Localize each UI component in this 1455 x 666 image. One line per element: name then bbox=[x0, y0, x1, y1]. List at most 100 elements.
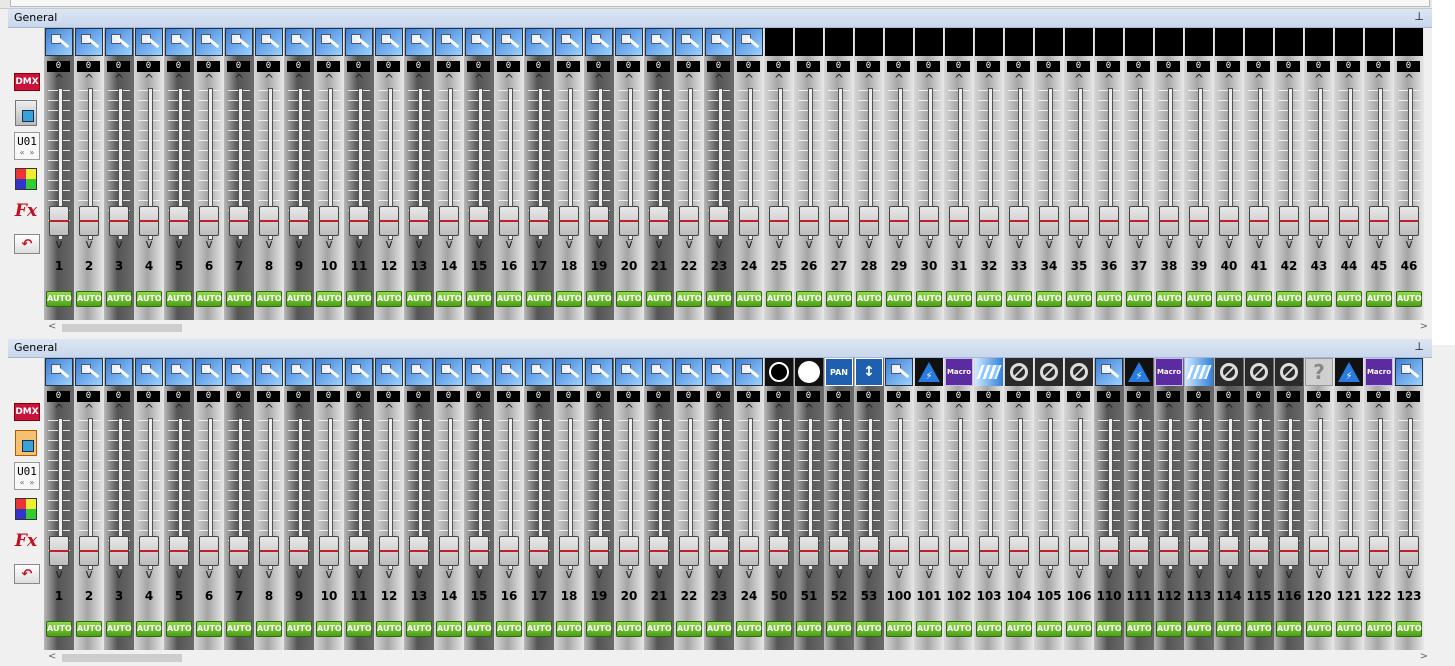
dimmer-icon[interactable] bbox=[585, 28, 613, 56]
auto-button[interactable]: AUTO bbox=[916, 291, 942, 307]
empty-icon[interactable] bbox=[1395, 28, 1423, 56]
dimmer-icon[interactable] bbox=[555, 358, 583, 386]
empty-icon[interactable] bbox=[1095, 28, 1123, 56]
fixture-select-icon[interactable] bbox=[14, 100, 38, 126]
auto-button[interactable]: AUTO bbox=[916, 621, 942, 637]
increment-arrow-icon[interactable]: ^ bbox=[1184, 73, 1214, 85]
decrement-arrow-icon[interactable]: v bbox=[1124, 238, 1154, 250]
decrement-arrow-icon[interactable]: v bbox=[644, 238, 674, 250]
fader-handle[interactable] bbox=[289, 536, 309, 566]
fader-handle[interactable] bbox=[439, 536, 459, 566]
fader-handle[interactable] bbox=[169, 536, 189, 566]
dimmer-icon[interactable] bbox=[885, 358, 913, 386]
increment-arrow-icon[interactable]: ^ bbox=[824, 73, 854, 85]
decrement-arrow-icon[interactable]: v bbox=[704, 238, 734, 250]
auto-button[interactable]: AUTO bbox=[1306, 621, 1332, 637]
empty-icon[interactable] bbox=[1365, 28, 1393, 56]
fader-handle[interactable] bbox=[949, 536, 969, 566]
fader-handle[interactable] bbox=[139, 536, 159, 566]
decrement-arrow-icon[interactable]: v bbox=[1064, 238, 1094, 250]
pin-icon[interactable]: ⊥ bbox=[1414, 340, 1424, 353]
dimmer-icon[interactable] bbox=[735, 28, 763, 56]
increment-arrow-icon[interactable]: ^ bbox=[134, 73, 164, 85]
dimmer-icon[interactable] bbox=[495, 358, 523, 386]
auto-button[interactable]: AUTO bbox=[1096, 621, 1122, 637]
dimmer-icon[interactable] bbox=[195, 28, 223, 56]
dimmer-icon[interactable] bbox=[585, 358, 613, 386]
auto-button[interactable]: AUTO bbox=[76, 291, 102, 307]
decrement-arrow-icon[interactable]: v bbox=[824, 568, 854, 580]
auto-button[interactable]: AUTO bbox=[946, 291, 972, 307]
fader-handle[interactable] bbox=[1069, 536, 1089, 566]
increment-arrow-icon[interactable]: ^ bbox=[494, 73, 524, 85]
empty-icon[interactable] bbox=[1005, 28, 1033, 56]
fader-handle[interactable] bbox=[1039, 536, 1059, 566]
increment-arrow-icon[interactable]: ^ bbox=[194, 403, 224, 415]
increment-arrow-icon[interactable]: ^ bbox=[764, 403, 794, 415]
dimmer-icon[interactable] bbox=[105, 358, 133, 386]
auto-button[interactable]: AUTO bbox=[556, 621, 582, 637]
fader-handle[interactable] bbox=[709, 206, 729, 236]
decrement-arrow-icon[interactable]: v bbox=[1364, 238, 1394, 250]
decrement-arrow-icon[interactable]: v bbox=[104, 568, 134, 580]
increment-arrow-icon[interactable]: ^ bbox=[74, 403, 104, 415]
decrement-arrow-icon[interactable]: v bbox=[404, 238, 434, 250]
decrement-arrow-icon[interactable]: v bbox=[1244, 238, 1274, 250]
dimmer-icon[interactable] bbox=[285, 28, 313, 56]
dimmer-icon[interactable] bbox=[525, 28, 553, 56]
fader-handle[interactable] bbox=[1219, 206, 1239, 236]
increment-arrow-icon[interactable]: ^ bbox=[344, 73, 374, 85]
increment-arrow-icon[interactable]: ^ bbox=[314, 73, 344, 85]
dimmer-icon[interactable] bbox=[1395, 358, 1423, 386]
dimmer-icon[interactable] bbox=[615, 28, 643, 56]
horizontal-scrollbar[interactable]: < > bbox=[44, 321, 1432, 336]
dimmer-icon[interactable] bbox=[165, 28, 193, 56]
decrement-arrow-icon[interactable]: v bbox=[1154, 568, 1184, 580]
auto-button[interactable]: AUTO bbox=[706, 291, 732, 307]
black-circle-icon[interactable] bbox=[765, 358, 793, 386]
universe-selector[interactable]: U01 « » bbox=[14, 462, 40, 490]
decrement-arrow-icon[interactable]: v bbox=[494, 238, 524, 250]
increment-arrow-icon[interactable]: ^ bbox=[1154, 73, 1184, 85]
no-function-icon[interactable] bbox=[1275, 358, 1303, 386]
fader-handle[interactable] bbox=[1159, 206, 1179, 236]
auto-button[interactable]: AUTO bbox=[1396, 621, 1422, 637]
dimmer-icon[interactable] bbox=[525, 358, 553, 386]
universe-arrows-icon[interactable]: « » bbox=[20, 148, 34, 157]
increment-arrow-icon[interactable]: ^ bbox=[884, 73, 914, 85]
auto-button[interactable]: AUTO bbox=[376, 621, 402, 637]
decrement-arrow-icon[interactable]: v bbox=[314, 568, 344, 580]
fader-handle[interactable] bbox=[919, 536, 939, 566]
fader-handle[interactable] bbox=[889, 206, 909, 236]
auto-button[interactable]: AUTO bbox=[766, 291, 792, 307]
dimmer-icon[interactable] bbox=[225, 28, 253, 56]
increment-arrow-icon[interactable]: ^ bbox=[404, 73, 434, 85]
no-function-icon[interactable] bbox=[1005, 358, 1033, 386]
increment-arrow-icon[interactable]: ^ bbox=[584, 403, 614, 415]
dimmer-icon[interactable] bbox=[645, 358, 673, 386]
fader-handle[interactable] bbox=[1249, 536, 1269, 566]
fader-handle[interactable] bbox=[739, 536, 759, 566]
decrement-arrow-icon[interactable]: v bbox=[884, 238, 914, 250]
decrement-arrow-icon[interactable]: v bbox=[1004, 568, 1034, 580]
increment-arrow-icon[interactable]: ^ bbox=[524, 403, 554, 415]
increment-arrow-icon[interactable]: ^ bbox=[644, 403, 674, 415]
pin-icon[interactable]: ⊥ bbox=[1414, 10, 1424, 23]
auto-button[interactable]: AUTO bbox=[556, 291, 582, 307]
auto-button[interactable]: AUTO bbox=[1246, 291, 1272, 307]
fader-handle[interactable] bbox=[889, 536, 909, 566]
auto-button[interactable]: AUTO bbox=[616, 291, 642, 307]
universe-selector[interactable]: U01 « » bbox=[14, 132, 40, 160]
fader-handle[interactable] bbox=[559, 206, 579, 236]
decrement-arrow-icon[interactable]: v bbox=[1064, 568, 1094, 580]
auto-button[interactable]: AUTO bbox=[1216, 621, 1242, 637]
empty-icon[interactable] bbox=[1305, 28, 1333, 56]
pan-icon[interactable]: PAN bbox=[825, 358, 853, 386]
fader-handle[interactable] bbox=[829, 536, 849, 566]
dimmer-icon[interactable] bbox=[285, 358, 313, 386]
auto-button[interactable]: AUTO bbox=[1216, 291, 1242, 307]
increment-arrow-icon[interactable]: ^ bbox=[1124, 73, 1154, 85]
strobe-icon[interactable] bbox=[915, 358, 943, 386]
increment-arrow-icon[interactable]: ^ bbox=[704, 403, 734, 415]
decrement-arrow-icon[interactable]: v bbox=[944, 568, 974, 580]
